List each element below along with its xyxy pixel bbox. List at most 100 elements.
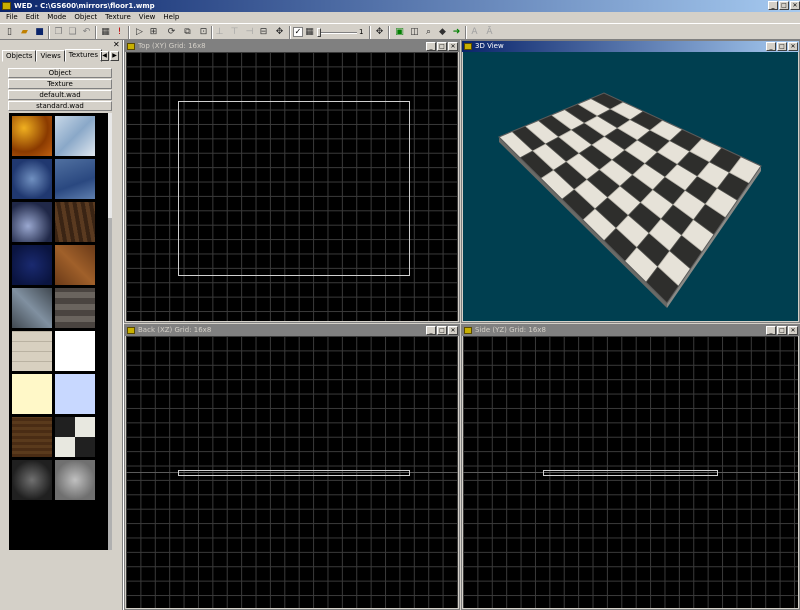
- close-button[interactable]: ✕: [448, 326, 458, 335]
- category-texture[interactable]: Texture: [8, 79, 112, 89]
- texture-thumb[interactable]: [12, 331, 52, 371]
- move-view-icon[interactable]: ✥: [374, 27, 385, 38]
- ungroup-icon[interactable]: ⊟: [258, 27, 269, 38]
- select-icon[interactable]: ▷: [134, 27, 145, 38]
- texture-thumb[interactable]: [55, 202, 95, 242]
- move-icon[interactable]: ⊞: [148, 27, 159, 38]
- copy-icon[interactable]: ❐: [53, 27, 64, 38]
- maximize-button[interactable]: □: [777, 326, 787, 335]
- floor-outline[interactable]: [178, 101, 410, 276]
- align-left-icon[interactable]: ⊥: [214, 27, 225, 38]
- texture-thumb[interactable]: [55, 116, 95, 156]
- panel-close-icon[interactable]: ✕: [113, 40, 120, 49]
- text-icon[interactable]: A: [469, 27, 480, 38]
- minimize-button[interactable]: _: [426, 42, 436, 51]
- group-icon[interactable]: ⊡: [198, 27, 209, 38]
- texture-grid: [9, 113, 108, 550]
- texture-thumb[interactable]: [12, 159, 52, 199]
- texture-scrollbar-thumb[interactable]: [108, 113, 112, 218]
- category-standard-wad[interactable]: standard.wad: [8, 101, 112, 111]
- save-icon[interactable]: ■: [34, 27, 45, 38]
- zoom-slider-thumb[interactable]: [317, 28, 321, 37]
- texture-thumb[interactable]: [55, 374, 95, 414]
- tab-scroll-left-icon[interactable]: ◀: [100, 51, 109, 61]
- paste-icon[interactable]: ❑: [67, 27, 78, 38]
- viewport-3d[interactable]: 3D View _ □ ✕: [461, 40, 800, 323]
- toolbar-separator: [388, 26, 390, 39]
- checkerboard-floor: [498, 92, 762, 308]
- close-button[interactable]: ✕: [448, 42, 458, 51]
- minimize-button[interactable]: _: [766, 326, 776, 335]
- zoom-slider[interactable]: [317, 32, 357, 34]
- open-icon[interactable]: ▰: [19, 27, 30, 38]
- texture-thumb[interactable]: [12, 116, 52, 156]
- texture-thumb[interactable]: [12, 460, 52, 500]
- menu-edit[interactable]: Edit: [22, 12, 44, 23]
- toolbar-separator: [211, 26, 213, 39]
- tab-objects[interactable]: Objects: [2, 50, 37, 62]
- category-default-wad[interactable]: default.wad: [8, 90, 112, 100]
- viewport-titlebar: Side (YZ) Grid: 16x8 _ □ ✕: [462, 325, 799, 336]
- menu-file[interactable]: File: [2, 12, 22, 23]
- menu-view[interactable]: View: [135, 12, 160, 23]
- texture-thumb[interactable]: [12, 245, 52, 285]
- floor-outline[interactable]: [543, 470, 718, 476]
- maximize-button[interactable]: □: [777, 42, 787, 51]
- tab-views[interactable]: Views: [36, 50, 65, 62]
- texture-thumb[interactable]: [55, 460, 95, 500]
- texture-thumb[interactable]: [55, 331, 95, 371]
- texture-thumb[interactable]: [55, 288, 95, 328]
- maximize-button[interactable]: □: [779, 1, 789, 10]
- run-icon[interactable]: !: [114, 27, 125, 38]
- floor-outline[interactable]: [178, 470, 410, 476]
- viewport-canvas[interactable]: [126, 336, 458, 608]
- category-object[interactable]: Object: [8, 68, 112, 78]
- align-center-icon[interactable]: ⊤: [229, 27, 240, 38]
- texture-thumb[interactable]: [55, 245, 95, 285]
- texture-thumb[interactable]: [55, 417, 95, 457]
- texture-icon[interactable]: ▣: [394, 27, 405, 38]
- texture-thumb[interactable]: [12, 417, 52, 457]
- tab-textures[interactable]: Textures: [64, 49, 102, 62]
- viewport-canvas[interactable]: [126, 52, 458, 321]
- find-icon[interactable]: ◆: [437, 27, 448, 38]
- zoom-icon[interactable]: ⌕: [423, 27, 434, 38]
- viewport-icon: [464, 43, 472, 50]
- texture-thumb[interactable]: [12, 288, 52, 328]
- export-icon[interactable]: ➜: [451, 27, 462, 38]
- align-right-icon[interactable]: ⊣: [244, 27, 255, 38]
- zoom-value: 1: [359, 28, 364, 36]
- menu-mode[interactable]: Mode: [43, 12, 70, 23]
- maximize-button[interactable]: □: [437, 42, 447, 51]
- toolbar-separator: [465, 26, 467, 39]
- undo-icon[interactable]: ↶: [81, 27, 92, 38]
- viewport-top[interactable]: Top (XY) Grid: 16x8 _ □ ✕: [124, 40, 460, 323]
- close-button[interactable]: ✕: [788, 42, 798, 51]
- viewport-canvas[interactable]: [463, 336, 798, 608]
- minimize-button[interactable]: _: [426, 326, 436, 335]
- texture-thumb[interactable]: [12, 374, 52, 414]
- minimize-button[interactable]: _: [766, 42, 776, 51]
- menu-object[interactable]: Object: [70, 12, 101, 23]
- panel-tabs: Objects Views Textures: [2, 49, 102, 62]
- new-icon[interactable]: ▯: [4, 27, 15, 38]
- rotate-icon[interactable]: ⟳: [166, 27, 177, 38]
- close-button[interactable]: ✕: [788, 326, 798, 335]
- pan-icon[interactable]: ✥: [274, 27, 285, 38]
- maximize-button[interactable]: □: [437, 326, 447, 335]
- viewport-back[interactable]: Back (XZ) Grid: 16x8 _ □ ✕: [124, 324, 460, 610]
- texture-thumb[interactable]: [12, 202, 52, 242]
- camera-icon[interactable]: ◫: [409, 27, 420, 38]
- texture-thumb[interactable]: [55, 159, 95, 199]
- minimize-button[interactable]: _: [768, 1, 778, 10]
- close-button[interactable]: ✕: [790, 1, 800, 10]
- viewport-canvas[interactable]: [463, 52, 798, 321]
- tab-scroll-right-icon[interactable]: ▶: [110, 51, 119, 61]
- build-icon[interactable]: ▦: [100, 27, 111, 38]
- menu-help[interactable]: Help: [159, 12, 183, 23]
- viewport-side[interactable]: Side (YZ) Grid: 16x8 _ □ ✕: [461, 324, 800, 610]
- scale-icon[interactable]: ⧉: [182, 27, 193, 38]
- menu-texture[interactable]: Texture: [101, 12, 135, 23]
- text-alt-icon[interactable]: Ā: [484, 27, 495, 38]
- grid-checkbox[interactable]: ✓: [293, 27, 303, 37]
